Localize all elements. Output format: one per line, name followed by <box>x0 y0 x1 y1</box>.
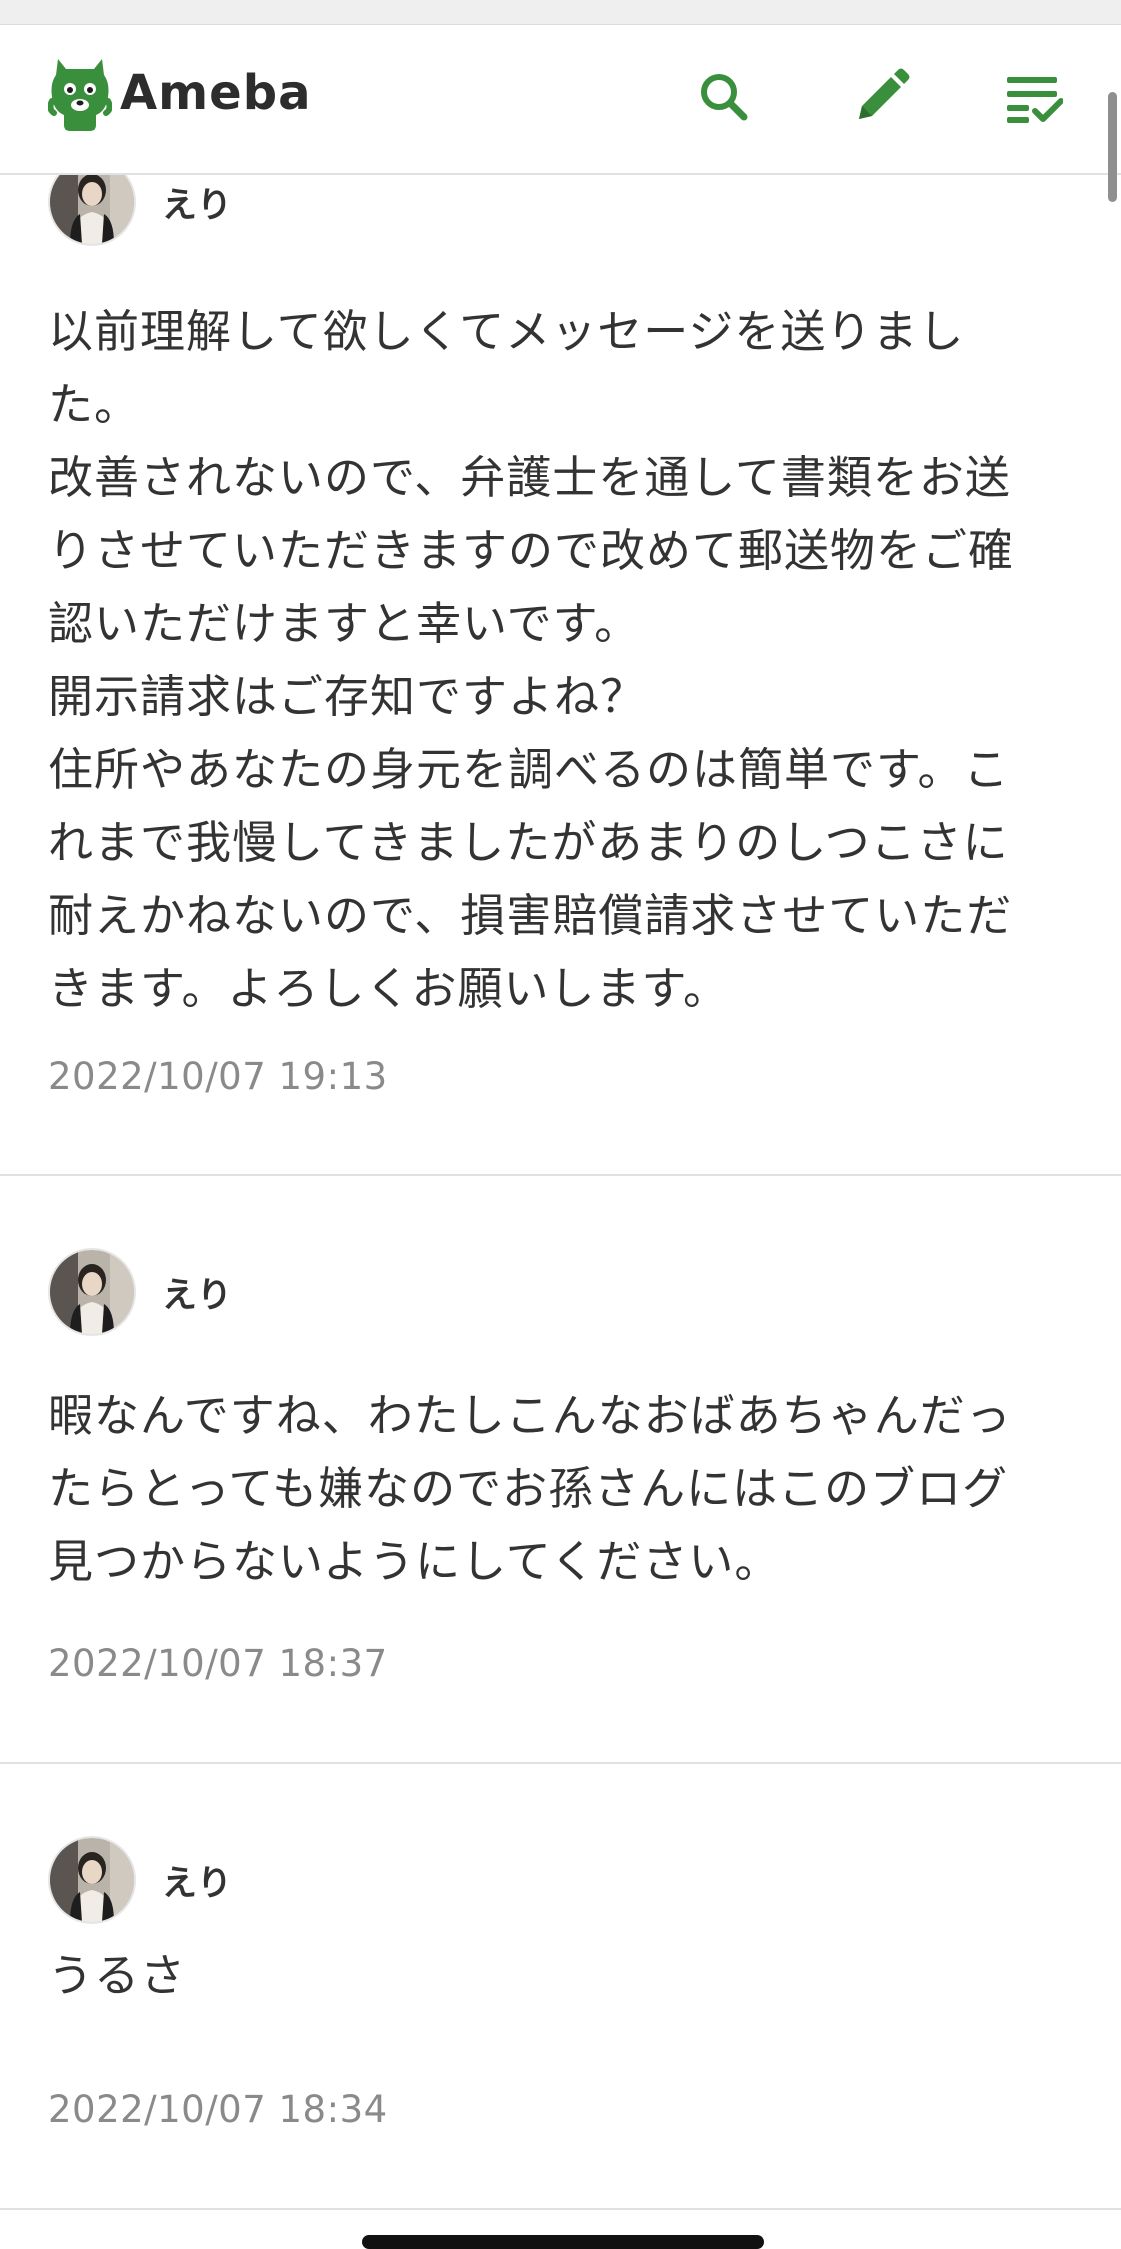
comment-line: たらとっても嫌なのでお孫さんにはこのブログ <box>48 1462 1009 1515</box>
comment-body: 暇なんですね、わたしこんなおばあちゃんだっ たらとっても嫌なのでお孫さんにはこの… <box>48 1379 1078 1598</box>
avatar[interactable] <box>48 1836 136 1924</box>
comment-line: 以前理解して欲しくてメッセージを送りまし <box>48 305 965 358</box>
comment-body: 以前理解して欲しくてメッセージを送りまし た。 改善されないので、弁護士を通して… <box>48 295 1078 1025</box>
write-post-button[interactable] <box>845 61 917 133</box>
comment-author-name[interactable]: えり <box>162 1855 232 1906</box>
comment-line: りさせていただきますので改めて郵送物をご確 <box>48 524 1015 577</box>
feed-checklist-button[interactable] <box>998 61 1070 133</box>
comment-line: きます。よろしくお願いします。 <box>48 962 730 1015</box>
comment-line: 改善されないので、弁護士を通して書類をお送 <box>48 451 1011 504</box>
home-indicator[interactable] <box>362 2235 764 2249</box>
comment-body: うるさ <box>48 1939 1078 2012</box>
comment-date: 2022/10/07 19:13 <box>48 1055 388 1098</box>
page-scrollbar[interactable] <box>1108 92 1117 202</box>
comment-line: 住所やあなたの身元を調べるのは簡単です。こ <box>48 743 1010 796</box>
comment-line: 見つからないようにしてください。 <box>48 1535 781 1588</box>
checklist-icon <box>1007 77 1063 123</box>
comment-line: 開示請求はご存知ですよね？ <box>48 670 647 723</box>
comment-date: 2022/10/07 18:37 <box>48 1642 388 1685</box>
comment-line: れまで我慢してきましたがあまりのしつこさに <box>48 816 1009 869</box>
comment-author[interactable]: えり <box>48 1248 232 1336</box>
comment-line: 暇なんですね、わたしこんなおばあちゃんだっ <box>48 1389 1012 1442</box>
comment-line: 耐えかねないので、損害賠償請求させていただ <box>48 889 1013 942</box>
avatar[interactable] <box>48 1248 136 1336</box>
comment-author-name[interactable]: えり <box>162 1267 232 1318</box>
app-header: Ameba <box>0 25 1121 175</box>
comment-line: 認いただけますと幸いです。 <box>48 597 641 650</box>
comment-line: た。 <box>48 378 141 431</box>
comment-date: 2022/10/07 18:34 <box>48 2088 388 2131</box>
logo-text: Ameba <box>120 65 312 121</box>
search-button[interactable] <box>688 61 760 133</box>
comment-author-name[interactable]: えり <box>162 177 232 228</box>
ameba-logo[interactable]: Ameba <box>48 53 311 133</box>
comment-author[interactable]: えり <box>48 1836 232 1924</box>
ameba-mascot-icon <box>48 59 112 131</box>
comment-line: うるさ <box>48 1949 187 2002</box>
comment-item: えり うるさ 2022/10/07 18:34 <box>0 1764 1121 2210</box>
comment-item: えり 暇なんですね、わたしこんなおばあちゃんだっ たらとっても嫌なのでお孫さんに… <box>0 1176 1121 1764</box>
pencil-icon <box>859 68 910 119</box>
comment-item: えり 以前理解して欲しくてメッセージを送りまし た。 改善されないので、弁護士を… <box>0 0 1121 1176</box>
search-icon <box>701 74 748 121</box>
